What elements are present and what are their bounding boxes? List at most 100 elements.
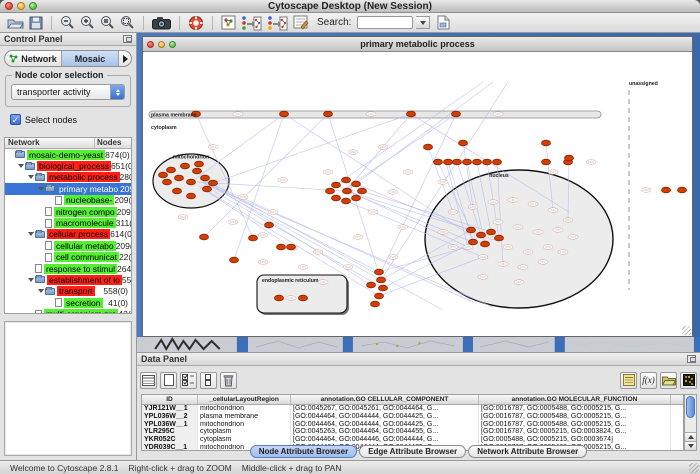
delete-attribute-icon[interactable] xyxy=(220,372,237,389)
network-tree-row[interactable]: response to stimul264(0) xyxy=(5,263,131,274)
select-nodes-checkbox[interactable]: ✓ xyxy=(10,114,21,125)
help-icon[interactable] xyxy=(187,14,205,32)
network-node xyxy=(201,175,210,181)
open-session-icon[interactable] xyxy=(6,14,25,32)
network-tree-row[interactable]: metabolic process280(0) xyxy=(5,172,131,183)
table-column-header[interactable]: ID xyxy=(142,395,198,404)
network-tree-row[interactable]: primary metabo209(... xyxy=(5,183,131,194)
folder-icon xyxy=(45,288,55,295)
tab-node-attribute-browser[interactable]: Node Attribute Browser xyxy=(250,445,358,458)
table-row[interactable]: YPL036W__2plasma membrane[GO:0044464, GO… xyxy=(142,413,683,421)
network-tree-row[interactable]: nitrogen compo209(0) xyxy=(5,206,131,217)
attribute-batch-mapper-icon[interactable] xyxy=(266,14,289,32)
tree-item-node-count: 22(0) xyxy=(119,252,131,262)
import-attributes-icon[interactable] xyxy=(660,372,677,389)
network-node xyxy=(493,159,502,165)
network-tree-row[interactable]: secretion41(0) xyxy=(5,297,131,308)
node-color-select-value: transporter activity xyxy=(12,87,110,97)
node-color-select[interactable]: transporter activity xyxy=(11,84,125,100)
network-canvas[interactable]: plasma membranecytoplasmmitochondrionnuc… xyxy=(143,52,692,336)
tab-edge-attribute-browser[interactable]: Edge Attribute Browser xyxy=(359,445,466,458)
attribute-notes-icon[interactable] xyxy=(620,372,637,389)
expander-icon[interactable] xyxy=(17,164,25,168)
formula-builder-icon[interactable]: f(x) xyxy=(640,372,657,389)
save-session-icon[interactable] xyxy=(28,14,44,32)
zoom-in-icon[interactable] xyxy=(79,14,96,32)
matrix-browser-icon[interactable] xyxy=(680,372,697,389)
file-icon xyxy=(55,298,62,307)
canvas-resize-grip[interactable] xyxy=(682,326,691,335)
tab-network[interactable]: Network xyxy=(5,51,62,66)
vizmapper-form-icon[interactable] xyxy=(292,14,310,32)
table-column-header[interactable]: _cellularLayoutRegion xyxy=(198,395,291,404)
network-node xyxy=(200,234,209,240)
status-bar: Welcome to Cytoscape 2.8.1 Right-click +… xyxy=(0,460,700,474)
network-tree-row[interactable]: macromolecule311(0) xyxy=(5,217,131,228)
select-attributes-icon[interactable] xyxy=(140,372,157,389)
tree-indent xyxy=(5,234,27,235)
network-node xyxy=(463,159,472,165)
expander-icon[interactable] xyxy=(27,175,35,179)
background-windows-strip xyxy=(137,337,700,352)
tab-network-attribute-browser[interactable]: Network Attribute Browser xyxy=(468,445,587,458)
network-node xyxy=(342,198,351,204)
tree-indent xyxy=(5,291,37,292)
network-tree-row[interactable]: biological_process651(0) xyxy=(5,160,131,171)
expander-icon[interactable] xyxy=(27,232,35,236)
float-panel-icon[interactable] xyxy=(123,35,132,43)
tree-item-node-count: 651(0) xyxy=(111,161,131,171)
table-row[interactable]: YKR052Ccytoplasm[GO:0044464, GO:0044446,… xyxy=(142,436,683,444)
zoom-selected-icon[interactable] xyxy=(99,14,116,32)
import-file-icon[interactable] xyxy=(436,14,451,32)
snapshot-icon[interactable] xyxy=(151,14,172,32)
network-node xyxy=(453,159,462,165)
zoom-fit-icon[interactable] xyxy=(119,14,136,32)
network-tree-row[interactable]: multi-organism pro42(0) xyxy=(5,308,131,314)
tab-overflow-button[interactable] xyxy=(119,51,131,66)
tree-item-label: metabolic process xyxy=(47,172,120,182)
table-scrollbar[interactable] xyxy=(684,394,697,451)
float-panel-icon[interactable] xyxy=(687,355,696,363)
table-row[interactable]: YLR295Ccytoplasm[GO:0045263, GO:0044464,… xyxy=(142,428,683,436)
tab-mosaic[interactable]: Mosaic xyxy=(62,51,119,66)
create-new-attribute-icon[interactable] xyxy=(160,372,177,389)
network-tree-row[interactable]: cellular metabo209(0) xyxy=(5,240,131,251)
expander-icon[interactable] xyxy=(27,278,35,282)
search-input[interactable] xyxy=(357,16,413,29)
network-overview-icon[interactable] xyxy=(220,14,237,32)
table-cell: plasma membrane xyxy=(198,413,291,421)
unselect-all-attributes-icon[interactable] xyxy=(200,372,217,389)
network-tree-panel: Network Nodes mosaic-demo-yeast874(0)bio… xyxy=(4,137,132,314)
expander-icon[interactable] xyxy=(37,187,45,191)
table-column-header[interactable]: annotation.GO CELLULAR_COMPONENT xyxy=(291,395,479,404)
table-row[interactable]: YJR121W__1mitochondrion[GO:0045267, GO:0… xyxy=(142,405,683,413)
toolbar-separator xyxy=(143,16,144,30)
search-options-dropdown[interactable] xyxy=(416,16,430,29)
network-node xyxy=(332,195,341,201)
scrollbar-thumb[interactable] xyxy=(686,396,695,418)
tree-indent xyxy=(5,245,37,246)
scroll-up-button[interactable] xyxy=(685,432,696,441)
tree-indent xyxy=(5,279,27,280)
table-cell: YPL036W__2 xyxy=(142,413,198,421)
network-tree-row[interactable]: nucleobase-209(0) xyxy=(5,195,131,206)
table-cell: [GO:0016787, GO:0005215, GO:0003824, G..… xyxy=(479,428,671,436)
tree-item-label: nitrogen compo xyxy=(54,207,117,217)
attribute-table[interactable]: ID_cellularLayoutRegionannotation.GO CEL… xyxy=(141,394,684,451)
network-tree-row[interactable]: cellular process614(0) xyxy=(5,229,131,240)
birds-eye-view-panel[interactable] xyxy=(4,321,132,456)
window-resize-grip[interactable] xyxy=(689,463,699,473)
expander-icon[interactable] xyxy=(37,289,45,293)
zoom-out-icon[interactable] xyxy=(59,14,76,32)
network-tree-row[interactable]: establishment of lo558(0) xyxy=(5,274,131,285)
table-row[interactable]: YPL036W__1mitochondrion[GO:0044464, GO:0… xyxy=(142,421,683,429)
select-all-attributes-icon[interactable] xyxy=(180,372,197,389)
network-tree-row[interactable]: cell communicat22(0) xyxy=(5,252,131,263)
table-column-header[interactable]: annotation.GO MOLECULAR_FUNCTION xyxy=(479,395,671,404)
network-tree-row[interactable]: transport558(0) xyxy=(5,286,131,297)
network-tree-row[interactable]: mosaic-demo-yeast874(0) xyxy=(5,149,131,160)
network-window-titlebar[interactable]: primary metabolic process xyxy=(143,37,692,52)
attribute-mapper-icon[interactable] xyxy=(240,14,263,32)
network-node xyxy=(481,241,490,247)
network-desktop: primary metabolic process plasma membran… xyxy=(137,33,700,352)
